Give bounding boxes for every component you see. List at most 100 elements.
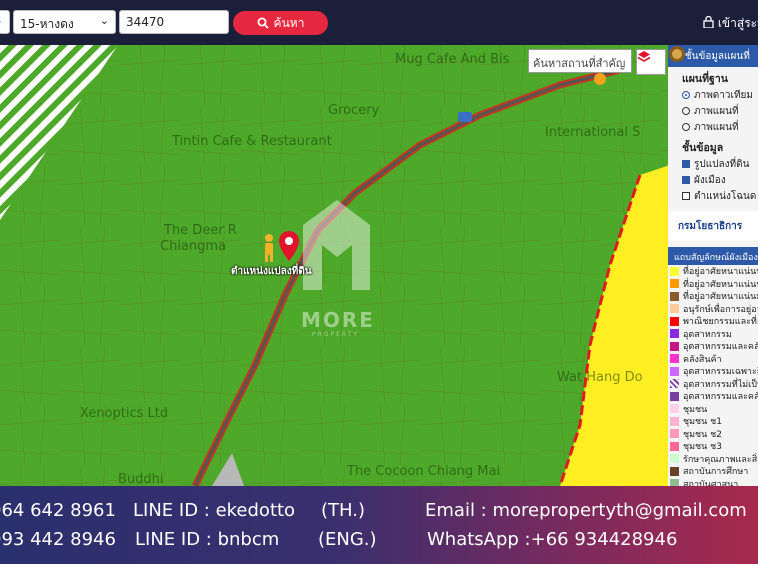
map-label: Chiangma xyxy=(160,239,227,254)
legend-swatch xyxy=(670,479,679,486)
legend-item: ที่อยู่อาศัยหนาแน่นน้อย xyxy=(668,265,758,278)
basemap-option[interactable]: ภาพดาวเทียม xyxy=(668,88,758,104)
chevron-down-icon: ⌄ xyxy=(0,14,3,27)
legend-swatch xyxy=(670,366,679,376)
department-badge: กรมโยธาธิการ xyxy=(668,46,758,241)
legend-swatch xyxy=(670,304,679,314)
whatsapp: WhatsApp :+66 934428946 xyxy=(427,529,678,550)
legend-swatch xyxy=(670,329,679,339)
basemap-heading: แผนที่ฐาน xyxy=(682,73,728,85)
place-search-input[interactable]: ค้นหาสถานที่สำคัญ xyxy=(528,49,632,73)
legend-item: ชุมชน ช1 xyxy=(668,415,758,428)
chevron-down-icon: ⌄ xyxy=(99,14,109,27)
legend-item: ชุมชน ช3 xyxy=(668,440,758,453)
basemap-option-label: ภาพดาวเทียม xyxy=(694,90,753,101)
legend-item: ที่อยู่อาศัยหนาแน่นปานกลาง xyxy=(668,278,758,291)
legend-swatch xyxy=(670,354,679,364)
layer-checkbox[interactable]: ตำแหน่งโฉนด xyxy=(668,189,758,205)
radio-icon xyxy=(682,107,690,115)
district-select[interactable]: 15-หางดง ⌄ xyxy=(13,10,116,34)
legend-item: คลังสินค้า xyxy=(668,353,758,366)
zoning-map[interactable]: Mug Cafe And Bis Grocery Tintin Cafe & R… xyxy=(0,45,758,486)
map-label: Grocery xyxy=(328,103,380,118)
search-icon xyxy=(257,17,269,29)
legend-item: รักษาคุณภาพและสิ่งแวดล้อม xyxy=(668,453,758,466)
email: Email : morepropertyth@gmail.com xyxy=(425,500,747,521)
legend-item: อนุรักษ์เพื่อการอยู่อาศัย xyxy=(668,303,758,316)
layer-panel: ◈ ชั้นข้อมูลแผนที่ แผนที่ฐาน ภาพดาวเทียม… xyxy=(668,45,758,486)
map-label: International S xyxy=(545,125,641,140)
login-link[interactable]: เข้าสู่ระบบ xyxy=(703,14,758,33)
line-id-en: LINE ID : bnbcm xyxy=(135,529,280,550)
legend-item: สถาบันการศึกษา xyxy=(668,465,758,478)
province-select[interactable]: ⌄ xyxy=(0,10,10,34)
legend-item: สถาบันศาสนา xyxy=(668,478,758,486)
watermark-text: MORE xyxy=(301,308,375,332)
lang-en: (ENG.) xyxy=(318,529,377,550)
watermark-subtext: PROPERTY xyxy=(312,331,359,338)
lang-th: (TH.) xyxy=(321,500,365,521)
map-label: Buddhi xyxy=(118,472,164,486)
department-seal-icon xyxy=(669,46,685,62)
legend-swatch xyxy=(670,391,679,401)
legend-swatch xyxy=(670,466,679,476)
layer-checkbox[interactable]: รูปแปลงที่ดิน xyxy=(668,157,758,173)
checkbox-icon xyxy=(682,192,690,200)
district-select-value: 15-หางดง xyxy=(20,17,74,31)
legend-label: สถาบันศาสนา xyxy=(683,479,739,486)
layers-icon xyxy=(637,51,651,62)
legend-item: ที่อยู่อาศัยหนาแน่นมาก xyxy=(668,290,758,303)
map-label: The Cocoon Chiang Mai xyxy=(347,464,501,479)
legend-swatch xyxy=(670,291,679,301)
login-label: เข้าสู่ระบบ xyxy=(717,16,758,30)
radio-icon xyxy=(682,123,690,131)
layer-panel-title: ชั้นข้อมูลแผนที่ xyxy=(684,51,750,62)
legend-item: อุตสาหกรรมและคลังสินค้า xyxy=(668,390,758,403)
phone-en: 093 442 8946 xyxy=(0,529,116,550)
legend-item: อุตสาหกรรมและคลังสินค้า xyxy=(668,340,758,353)
checkbox-checked-icon xyxy=(682,176,690,184)
road-shield-icon xyxy=(458,112,472,122)
basemap-option[interactable]: ภาพแผนที่ xyxy=(668,120,758,136)
legend-swatch xyxy=(670,316,679,326)
map-label: Wat Hang Do xyxy=(557,370,643,385)
legend-title: แถบสัญลักษณ์ผังเมือง xyxy=(668,247,758,265)
legend-swatch xyxy=(670,441,679,451)
legend-swatch xyxy=(670,341,679,351)
phone-th: 064 642 8961 xyxy=(0,500,116,521)
basemap-option-label: ภาพแผนที่ xyxy=(694,122,739,133)
zoning-legend: ที่อยู่อาศัยหนาแน่นน้อยที่อยู่อาศัยหนาแน… xyxy=(668,265,758,486)
lock-icon xyxy=(703,15,714,29)
layer-checkbox[interactable]: ผังเมือง xyxy=(668,173,758,189)
legend-swatch xyxy=(670,404,679,414)
legend-item: พาณิชยกรรมและที่อยู่อาศัย xyxy=(668,315,758,328)
layer-checkbox-label: ผังเมือง xyxy=(694,175,726,186)
legend-swatch xyxy=(670,279,679,289)
map-label: Tintin Cafe & Restaurant xyxy=(172,134,332,149)
map-label: Mug Cafe And Bis xyxy=(395,52,510,67)
postcode-input[interactable]: 34470 xyxy=(119,10,229,34)
basemap-option-label: ภาพแผนที่ xyxy=(694,106,739,117)
radio-selected-icon xyxy=(682,91,690,99)
layers-heading: ชั้นข้อมูล xyxy=(682,142,724,154)
legend-swatch xyxy=(670,454,679,464)
legend-item: อุตสาหกรรม xyxy=(668,328,758,341)
search-button[interactable]: ค้นหา xyxy=(233,11,328,35)
line-id-th: LINE ID : ekedotto xyxy=(133,500,296,521)
basemap-option[interactable]: ภาพแผนที่ xyxy=(668,104,758,120)
checkbox-checked-icon xyxy=(682,160,690,168)
legend-item: อุตสาหกรรมเฉพาะกิจ xyxy=(668,365,758,378)
legend-item: ชุมชน ช2 xyxy=(668,428,758,441)
top-search-bar: ⌄ 15-หางดง ⌄ 34470 ค้นหา เข้าสู่ระบบ xyxy=(0,0,758,45)
layer-checkbox-label: รูปแปลงที่ดิน xyxy=(694,159,750,170)
layer-checkbox-label: ตำแหน่งโฉนด xyxy=(694,191,757,202)
postcode-input-value: 34470 xyxy=(126,15,165,29)
layers-button[interactable] xyxy=(636,49,666,75)
legend-swatch xyxy=(670,416,679,426)
legend-item: ชุมชน xyxy=(668,403,758,416)
map-label: Xenoptics Ltd xyxy=(80,406,169,421)
legend-swatch xyxy=(670,379,679,389)
legend-item: อุตสาหกรรมที่ไม่เป็นมลพิษ xyxy=(668,378,758,391)
roundabout-marker xyxy=(594,73,606,85)
search-button-label: ค้นหา xyxy=(273,15,305,30)
